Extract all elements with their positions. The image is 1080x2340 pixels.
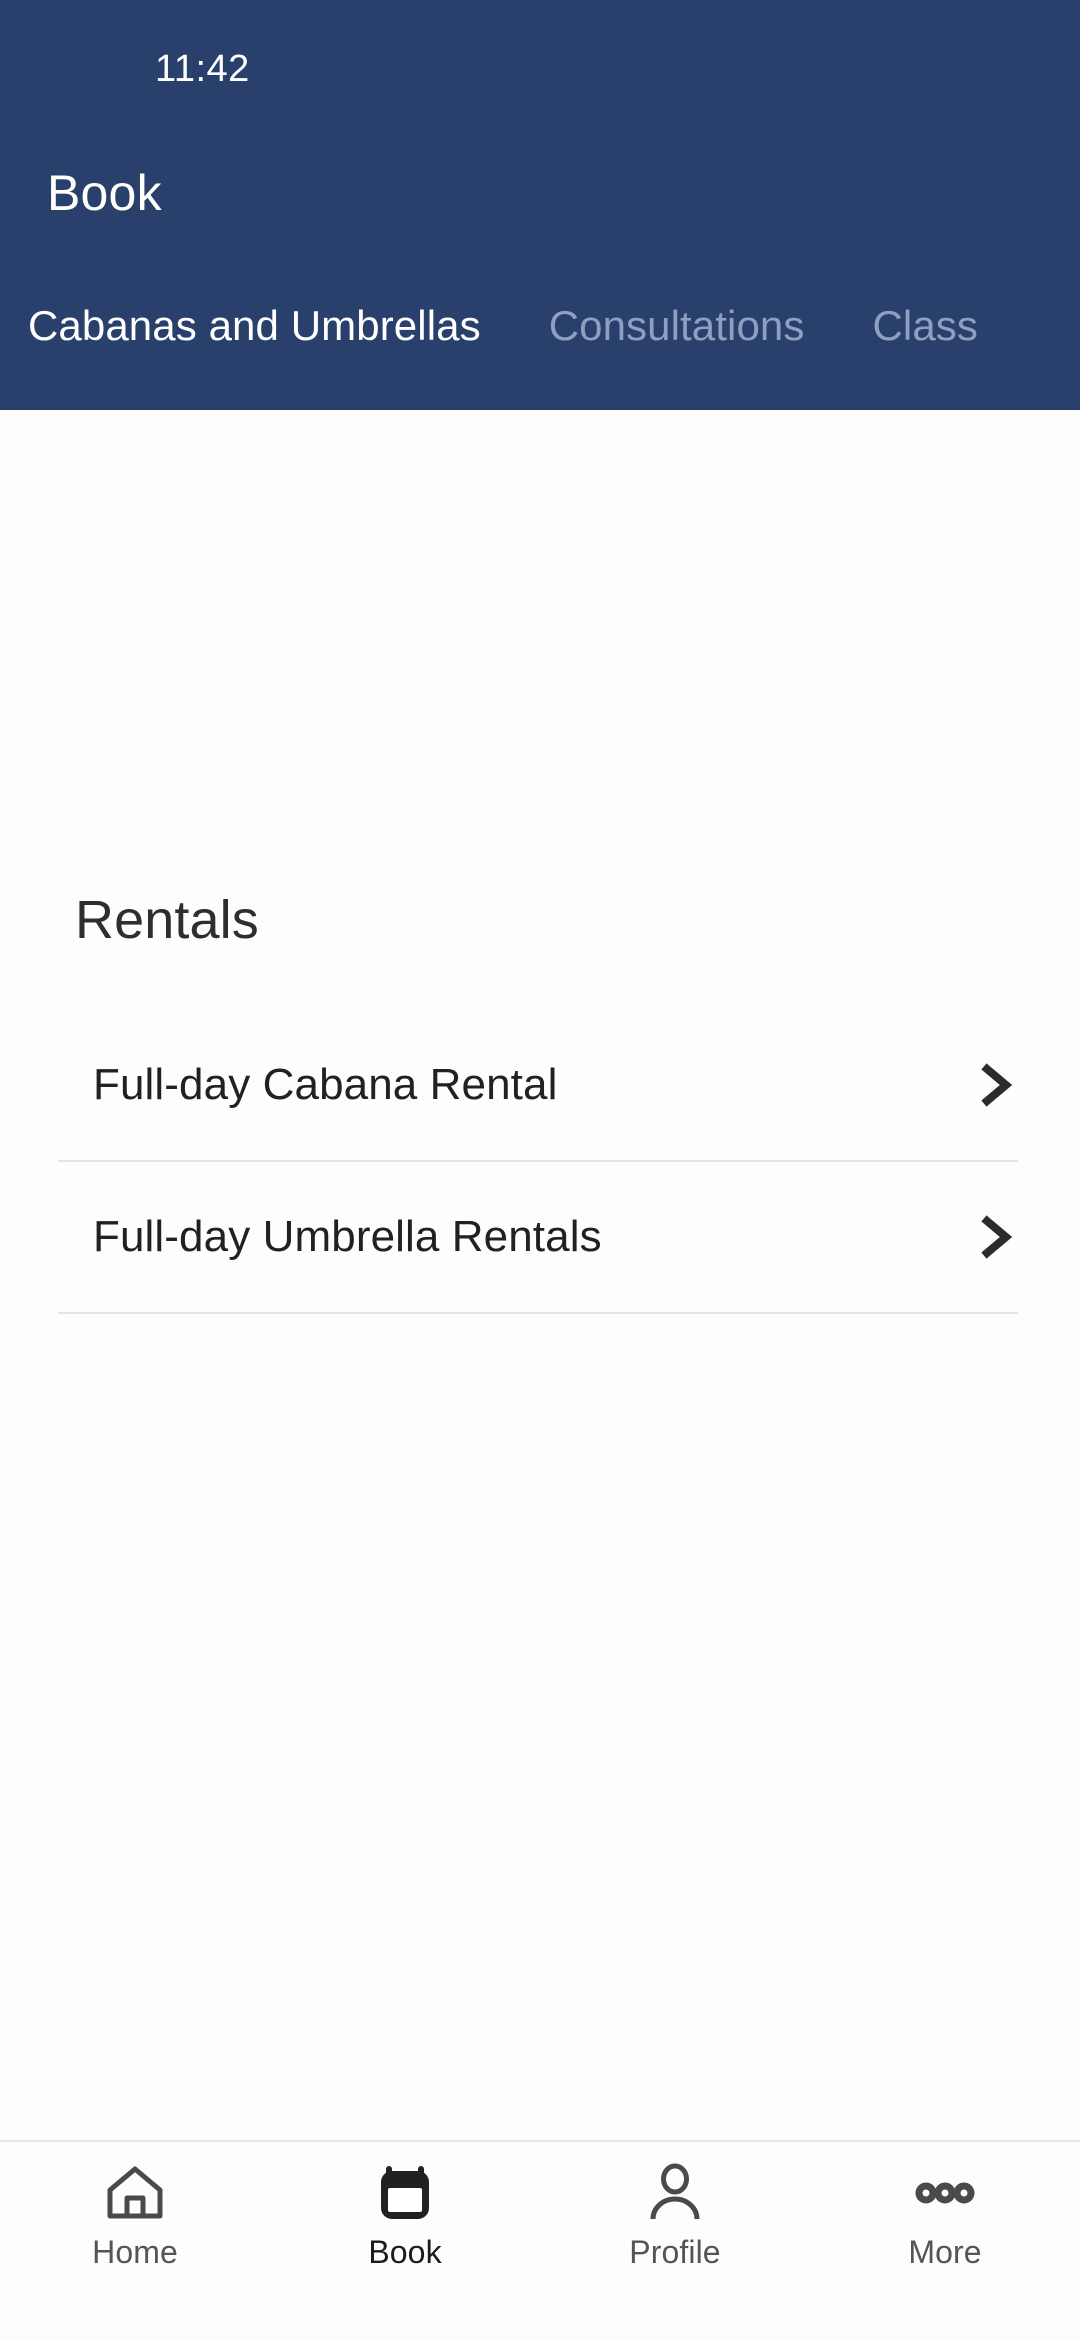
list-item-label: Full-day Cabana Rental	[93, 1060, 558, 1109]
list-item[interactable]: Full-day Umbrella Rentals	[0, 1162, 1080, 1312]
nav-item-book[interactable]: Book	[270, 2156, 540, 2292]
nav-item-label: Book	[368, 2234, 442, 2270]
tab-bar[interactable]: Cabanas and Umbrellas Consultations Clas…	[0, 300, 1080, 410]
app-header: 11:42 Book Cabanas and Umbrellas Consult…	[0, 0, 1080, 410]
page-title: Book	[47, 165, 162, 221]
calendar-icon	[368, 2156, 442, 2230]
chevron-right-icon[interactable]	[974, 1062, 1020, 1108]
app-screen: 11:42 Book Cabanas and Umbrellas Consult…	[0, 0, 1080, 2340]
list-item[interactable]: Full-day Cabana Rental	[0, 1010, 1080, 1160]
home-icon	[98, 2156, 172, 2230]
nav-item-label: More	[908, 2234, 982, 2270]
bottom-nav-items: Home Book Profile More	[0, 2142, 1080, 2292]
main-content: Rentals Full-day Cabana Rental Full-day …	[0, 410, 1080, 2340]
section-heading-rentals: Rentals	[75, 890, 259, 950]
list-item-label: Full-day Umbrella Rentals	[93, 1212, 602, 1261]
status-bar-clock: 11:42	[155, 48, 250, 90]
status-bar: 11:42	[0, 0, 1080, 130]
tab-consultations[interactable]: Consultations	[549, 300, 805, 352]
nav-item-home[interactable]: Home	[0, 2156, 270, 2292]
rentals-list: Full-day Cabana Rental Full-day Umbrella…	[0, 1010, 1080, 1314]
list-divider	[58, 1312, 1018, 1314]
nav-item-label: Home	[92, 2234, 178, 2270]
person-icon	[638, 2156, 712, 2230]
bottom-navigation-bar: Home Book Profile More	[0, 2140, 1080, 2340]
tab-cabanas-and-umbrellas[interactable]: Cabanas and Umbrellas	[28, 300, 481, 352]
chevron-right-icon[interactable]	[974, 1214, 1020, 1260]
tab-classes[interactable]: Class	[872, 300, 978, 352]
nav-item-profile[interactable]: Profile	[540, 2156, 810, 2292]
nav-item-more[interactable]: More	[810, 2156, 1080, 2292]
nav-item-label: Profile	[629, 2234, 721, 2270]
ellipsis-icon	[908, 2156, 982, 2230]
